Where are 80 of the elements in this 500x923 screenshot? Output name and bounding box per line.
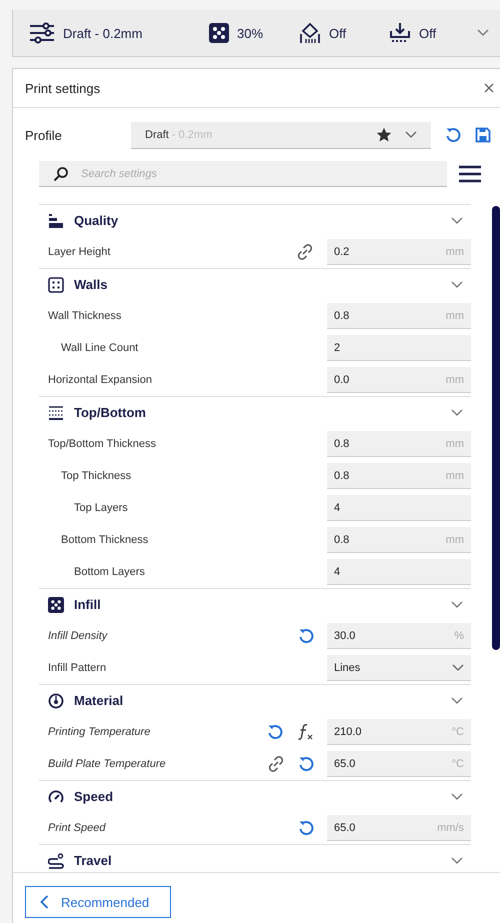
chevron-down-icon	[452, 664, 464, 672]
setting-dropdown[interactable]: Lines	[327, 655, 471, 681]
category-header[interactable]: Travel	[39, 844, 471, 872]
setting-label: Bottom Thickness	[61, 534, 150, 546]
panel-title: Print settings	[25, 80, 100, 96]
setup-value: Draft - 0.2mm	[63, 26, 142, 40]
grid-square-icon	[48, 276, 64, 292]
link-icon[interactable]	[296, 243, 314, 261]
chevron-down-icon	[451, 856, 463, 864]
sliders-icon	[29, 22, 55, 44]
setting-label: Infill Pattern	[48, 662, 108, 674]
setting-field[interactable]: 4	[327, 495, 471, 521]
setup-value: Off	[419, 26, 436, 40]
setting-label: Horizontal Expansion	[48, 374, 153, 386]
category-header[interactable]: Speed	[39, 780, 471, 812]
reset-icon[interactable]	[298, 628, 314, 644]
adhesion-icon	[389, 22, 411, 44]
recommended-button[interactable]: Recommended	[25, 886, 171, 918]
setting-label: Infill Density	[48, 630, 109, 642]
chevron-down-icon	[451, 696, 463, 704]
setting-field[interactable]: 65.0 mm/s	[327, 815, 471, 841]
category-header[interactable]: Material	[39, 684, 471, 716]
infill-icon	[209, 23, 229, 43]
setting-label: Top/Bottom Thickness	[48, 438, 158, 450]
support-icon	[299, 22, 321, 44]
setting-label: Printing Temperature	[48, 726, 152, 738]
link-icon[interactable]	[267, 755, 285, 773]
function-icon[interactable]	[296, 723, 314, 741]
setting-field[interactable]: 0.2 mm	[327, 239, 471, 265]
search-icon	[53, 166, 69, 182]
reset-icon[interactable]	[298, 756, 314, 772]
save-icon[interactable]	[475, 127, 491, 143]
category-header[interactable]: Quality	[39, 204, 471, 236]
setting-field[interactable]: 2	[327, 335, 471, 361]
setting-label: Top Layers	[74, 502, 129, 514]
chevron-down-icon	[451, 600, 463, 608]
reset-icon[interactable]	[267, 724, 283, 740]
setting-field[interactable]: 210.0 °C	[327, 719, 471, 745]
top-bottom-icon	[48, 404, 64, 420]
setting-field[interactable]: 65.0 °C	[327, 751, 471, 777]
chevron-left-icon	[40, 895, 49, 909]
setup-value: 30%	[237, 26, 264, 40]
setting-label: Build Plate Temperature	[48, 758, 167, 770]
chevron-down-icon	[451, 280, 463, 288]
gauge-icon	[48, 788, 64, 804]
chevron-down-icon	[405, 130, 417, 138]
setup-value: Off	[329, 26, 346, 40]
setting-label: Wall Thickness	[48, 310, 122, 322]
close-icon[interactable]	[484, 83, 494, 93]
chevron-down-icon	[451, 792, 463, 800]
chevron-down-icon	[451, 216, 463, 224]
setting-field[interactable]: 0.8 mm	[327, 463, 471, 489]
setting-label: Wall Line Count	[61, 342, 140, 354]
print-setup-bar[interactable]: Draft - 0.2mm 30% Off Off	[12, 10, 500, 57]
reset-icon[interactable]	[298, 820, 314, 836]
layers-icon	[48, 212, 64, 228]
setting-field[interactable]: 4	[327, 559, 471, 585]
scrollbar-thumb[interactable]	[492, 206, 500, 650]
chevron-down-icon	[451, 408, 463, 416]
setting-field[interactable]: 0.8 mm	[327, 303, 471, 329]
category-header[interactable]: Top/Bottom	[39, 396, 471, 428]
setting-label: Layer Height	[48, 246, 112, 258]
infill-icon	[48, 596, 64, 612]
setting-field[interactable]: 0.8 mm	[327, 431, 471, 457]
setting-label: Bottom Layers	[74, 566, 146, 578]
spool-icon	[48, 692, 64, 708]
setting-field[interactable]: 0.0 mm	[327, 367, 471, 393]
setting-label: Top Thickness	[61, 470, 132, 482]
chevron-down-icon[interactable]	[477, 29, 489, 37]
category-header[interactable]: Infill	[39, 588, 471, 620]
category-header[interactable]: Walls	[39, 268, 471, 300]
reset-icon[interactable]	[445, 127, 461, 143]
star-icon[interactable]	[377, 128, 391, 142]
profile-label: Profile	[25, 128, 63, 142]
menu-icon[interactable]	[459, 165, 481, 183]
search-field[interactable]: Search settings	[39, 161, 447, 187]
setting-label: Print Speed	[48, 822, 107, 834]
travel-icon	[48, 852, 64, 868]
setting-field[interactable]: 30.0 %	[327, 623, 471, 649]
setting-field[interactable]: 0.8 mm	[327, 527, 471, 553]
